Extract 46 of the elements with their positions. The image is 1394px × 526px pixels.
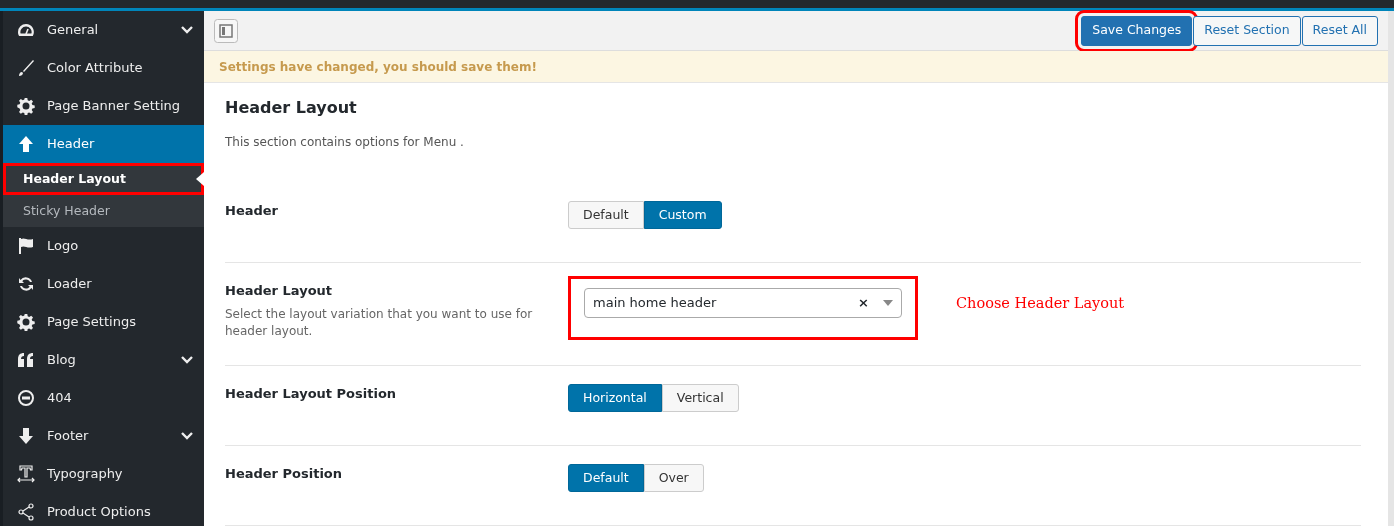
toolbar-button[interactable]: Reset Section bbox=[1193, 15, 1301, 46]
sidebar-item[interactable]: Page Settings bbox=[3, 303, 204, 341]
section-title: Header Layout bbox=[225, 97, 358, 117]
option-button[interactable]: Horizontal bbox=[568, 384, 662, 412]
sidebar-item[interactable]: Header bbox=[3, 125, 204, 163]
sidebar-subitem[interactable]: Header Layout bbox=[3, 163, 204, 195]
select-field[interactable]: main home header × bbox=[584, 287, 902, 318]
sidebar-item[interactable]: Color Attribute bbox=[3, 49, 204, 87]
text-size-icon bbox=[17, 465, 35, 483]
sidebar-item[interactable]: Footer bbox=[3, 417, 204, 455]
arrow-down-icon bbox=[17, 427, 35, 445]
sidebar-item[interactable]: Product Options bbox=[3, 493, 204, 526]
field-label: Header bbox=[225, 201, 279, 220]
field-label: Header Layout Position bbox=[225, 385, 398, 403]
option-button[interactable]: Vertical bbox=[661, 384, 739, 412]
toolbar-button[interactable]: Reset All bbox=[1301, 15, 1378, 46]
share-icon bbox=[17, 503, 35, 521]
flag-icon bbox=[17, 237, 35, 255]
layout-toggle-icon[interactable] bbox=[214, 18, 238, 43]
gauge-icon bbox=[17, 21, 35, 39]
annotation-text: Choose Header Layout bbox=[956, 293, 1125, 313]
field-label: Header Layout bbox=[225, 281, 334, 300]
dropdown-arrow-icon[interactable] bbox=[883, 299, 893, 306]
sidebar-item[interactable]: 404 bbox=[3, 379, 204, 417]
arrow-up-icon bbox=[17, 135, 35, 153]
gear-icon bbox=[17, 97, 35, 115]
sidebar-item[interactable]: General bbox=[3, 11, 204, 49]
option-button[interactable]: Over bbox=[643, 464, 704, 492]
sidebar-subitem[interactable]: Sticky Header bbox=[3, 195, 204, 227]
sidebar-item[interactable]: Blog bbox=[3, 341, 204, 379]
option-button[interactable]: Default bbox=[568, 464, 644, 492]
sidebar-item[interactable]: Page Banner Setting bbox=[3, 87, 204, 125]
option-button[interactable]: Default bbox=[568, 200, 644, 229]
sidebar-item[interactable]: Loader bbox=[3, 265, 204, 303]
field-description: Select the layout variation that you want to use for header layout. bbox=[225, 306, 534, 340]
section-description: This section contains options for Menu . bbox=[225, 133, 465, 151]
field-label: Header Position bbox=[225, 465, 344, 483]
sidebar-item[interactable]: Logo bbox=[3, 227, 204, 265]
brush-icon bbox=[17, 59, 35, 77]
gear-icon bbox=[17, 313, 35, 331]
refresh-icon bbox=[17, 275, 35, 293]
notice-message: Settings have changed, you should save them! bbox=[204, 51, 1388, 83]
option-button[interactable]: Custom bbox=[643, 200, 722, 229]
clear-icon[interactable]: × bbox=[858, 293, 869, 313]
sidebar-item[interactable]: Typography bbox=[3, 455, 204, 493]
quote-icon bbox=[17, 351, 35, 369]
